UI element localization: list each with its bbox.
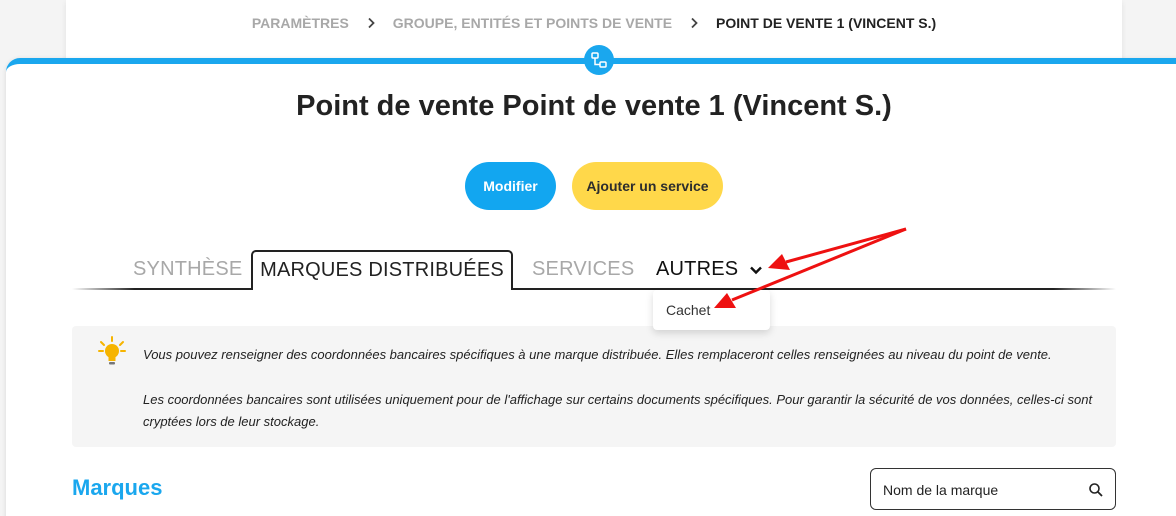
search-icon[interactable]: [1088, 482, 1104, 498]
breadcrumb-item-parametres[interactable]: PARAMÈTRES: [252, 15, 349, 31]
tab-marques-distribuees[interactable]: MARQUES DISTRIBUÉES: [251, 250, 513, 290]
dropdown-item-cachet[interactable]: Cachet: [666, 302, 770, 318]
search-input[interactable]: [883, 480, 1083, 500]
modifier-button[interactable]: Modifier: [465, 162, 556, 210]
autres-dropdown: Cachet: [653, 290, 770, 330]
chevron-down-icon: [750, 266, 763, 274]
info-box: Vous pouvez renseigner des coordonnées b…: [72, 326, 1116, 447]
tab-autres[interactable]: AUTRES: [656, 258, 764, 281]
chevron-right-icon: [363, 15, 379, 31]
breadcrumb-item-current: POINT DE VENTE 1 (VINCENT S.): [716, 15, 937, 31]
section-title-marques: Marques: [72, 475, 163, 500]
breadcrumb-item-groupe[interactable]: GROUPE, ENTITÉS ET POINTS DE VENTE: [393, 15, 672, 31]
tabs-divider: [72, 288, 1116, 290]
chevron-right-icon: [686, 15, 702, 31]
info-line-2: Les coordonnées bancaires sont utilisées…: [143, 392, 1093, 429]
main-card: [6, 58, 1176, 516]
tab-synthese[interactable]: SYNTHÈSE: [133, 258, 242, 281]
breadcrumb: PARAMÈTRES GROUPE, ENTITÉS ET POINTS DE …: [66, 15, 1122, 31]
network-icon: [584, 45, 614, 75]
tab-services[interactable]: SERVICES: [532, 258, 634, 281]
page-title: Point de vente Point de vente 1 (Vincent…: [296, 90, 892, 122]
info-line-1: Vous pouvez renseigner des coordonnées b…: [143, 347, 1052, 362]
search-box: [870, 468, 1116, 510]
lightbulb-icon: [98, 336, 126, 365]
tab-autres-label: AUTRES: [656, 258, 739, 280]
info-text: Vous pouvez renseigner des coordonnées b…: [143, 344, 1093, 433]
ajouter-service-button[interactable]: Ajouter un service: [572, 162, 723, 210]
